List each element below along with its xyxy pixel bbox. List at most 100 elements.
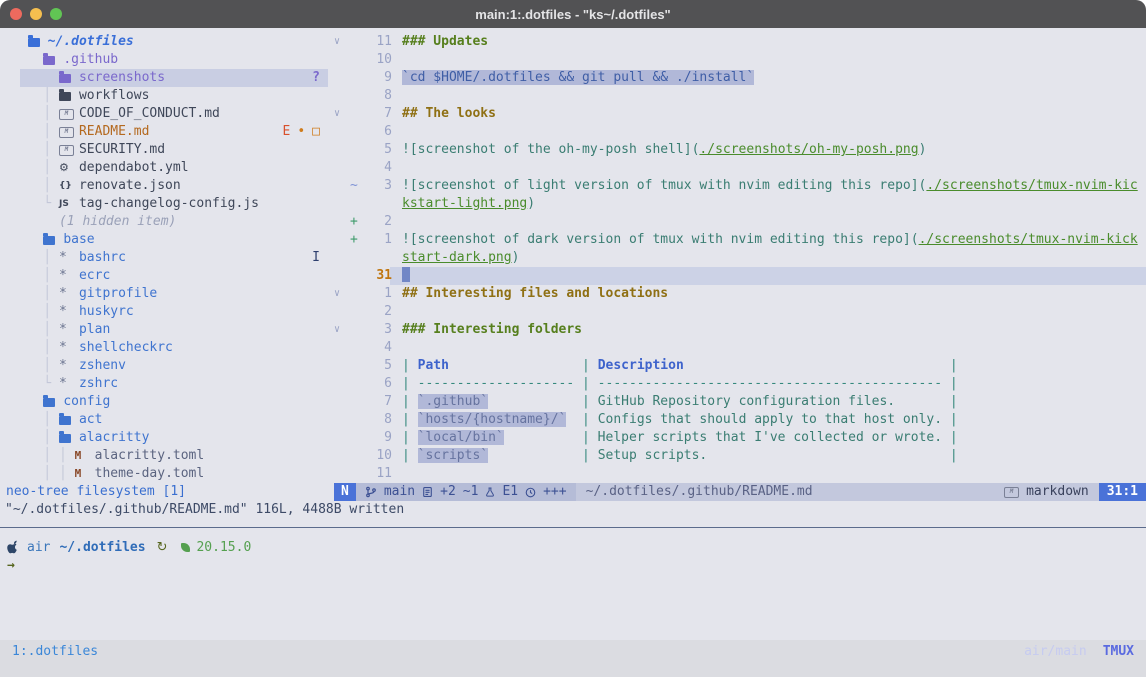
diff-changed: ~1	[463, 483, 479, 501]
prompt-hostname: air	[27, 540, 50, 555]
folder-icon	[59, 92, 79, 101]
visual-selection: `cd $HOME/.dotfiles && git pull && ./ins…	[402, 70, 754, 85]
progress-indicator: +++	[543, 483, 566, 501]
tree-item-theme-day-toml[interactable]: │ │ M theme-day.toml	[0, 465, 328, 483]
tree-item-root[interactable]: ~/.dotfiles	[0, 33, 328, 51]
tree-item-readme[interactable]: │ README.md E • □	[0, 123, 328, 141]
editor-table-row: 9 | `local/bin` | Helper scripts that I'…	[328, 429, 1146, 447]
toml-file-icon: M	[75, 447, 95, 465]
tree-item-ecrc[interactable]: │ * ecrc	[0, 267, 328, 285]
editor-table-row: 8 | `hosts/{hostname}/` | Configs that s…	[328, 411, 1146, 429]
flask-icon	[485, 486, 495, 498]
dotfile-star-icon: *	[59, 357, 79, 375]
modified-dot-mark: •	[297, 123, 305, 141]
editor-line: ∨1 ## Interesting files and locations	[328, 285, 1146, 303]
toml-file-icon: M	[75, 465, 95, 483]
git-add-sign: +	[350, 213, 362, 231]
tree-item-base[interactable]: base	[0, 231, 328, 249]
editor-line-wrap: kstart-light.png)	[328, 195, 1146, 213]
tmux-window-tab[interactable]: 1:.dotfiles	[12, 644, 98, 659]
editor-table-divider-line: 6 | -------------------- | -------------…	[328, 375, 1146, 393]
prompt-cwd: ~/.dotfiles	[59, 540, 145, 555]
apple-icon	[7, 540, 19, 554]
editor-line: 4	[328, 339, 1146, 357]
diff-file-icon	[422, 486, 433, 498]
folder-icon	[43, 56, 63, 65]
editor-pane[interactable]: ∨11 ### Updates 10 9 `cd $HOME/.dotfiles…	[328, 33, 1146, 483]
markdown-file-icon	[59, 145, 79, 156]
fold-chevron-icon[interactable]: ∨	[328, 105, 350, 123]
editor-line: 5 ![screenshot of the oh-my-posh shell](…	[328, 141, 1146, 159]
folder-icon	[43, 236, 63, 245]
tmux-status-bar: 1:.dotfiles air/main TMUX	[0, 640, 1146, 677]
editor-line: 10	[328, 51, 1146, 69]
tree-item-plan[interactable]: │ * plan	[0, 321, 328, 339]
tmux-session-name: air/main	[1024, 644, 1087, 659]
fold-chevron-icon[interactable]: ∨	[328, 285, 350, 303]
folder-icon	[59, 416, 79, 425]
question-mark: ?	[312, 69, 320, 87]
markdown-icon	[1004, 487, 1019, 498]
git-sync-icon: ↻	[157, 540, 168, 555]
error-count: E1	[502, 483, 518, 501]
tree-item-bashrc[interactable]: │ * bashrc I	[0, 249, 328, 267]
fold-chevron-icon[interactable]: ∨	[328, 321, 350, 339]
filetype-segment: markdown	[1004, 483, 1099, 501]
tree-item-label: ~/.dotfiles	[48, 33, 134, 51]
tree-item-zshenv[interactable]: │ * zshenv	[0, 357, 328, 375]
cursor-position-badge: 31:1	[1099, 483, 1146, 501]
markdown-link[interactable]: ./screenshots/tmux-nvim-kick	[919, 232, 1138, 247]
markdown-file-icon	[59, 127, 79, 138]
shell-pane[interactable]: air ~/.dotfiles ↻ 20.15.0 →	[0, 538, 1146, 574]
tree-item-workflows[interactable]: │ workflows	[0, 87, 328, 105]
shell-prompt: air ~/.dotfiles ↻ 20.15.0	[0, 538, 1146, 556]
unstaged-square-mark: □	[312, 123, 320, 141]
git-change-sign: ~	[350, 177, 362, 195]
tmux-badge: TMUX	[1103, 644, 1134, 659]
tree-item-act[interactable]: │ act	[0, 411, 328, 429]
editor-line: ~3 ![screenshot of light version of tmux…	[328, 177, 1146, 195]
statusline-file-path: ~/.dotfiles/.github/README.md	[576, 483, 1004, 501]
folder-icon	[59, 434, 79, 443]
tree-item-security[interactable]: │ SECURITY.md	[0, 141, 328, 159]
tree-item-github[interactable]: .github	[0, 51, 328, 69]
editor-line: 11	[328, 465, 1146, 483]
tree-item-tag-changelog[interactable]: └ JS tag-changelog-config.js	[0, 195, 328, 213]
tree-item-gitprofile[interactable]: │ * gitprofile	[0, 285, 328, 303]
tree-item-alacritty-toml[interactable]: │ │ M alacritty.toml	[0, 447, 328, 465]
tree-item-alacritty[interactable]: │ alacritty	[0, 429, 328, 447]
filetype-label: markdown	[1026, 483, 1089, 501]
tmux-pane-separator[interactable]	[0, 527, 1146, 528]
editor-line: +1 ![screenshot of dark version of tmux …	[328, 231, 1146, 249]
inline-code: `.github`	[418, 394, 488, 409]
mode-indicator: N	[334, 483, 356, 501]
terminal-content: ~/.dotfiles .github screenshots ? │	[0, 28, 1146, 677]
folder-icon	[43, 398, 63, 407]
editor-cursor-line: 31	[328, 267, 1146, 285]
tree-item-dependabot[interactable]: │ ⚙ dependabot.yml	[0, 159, 328, 177]
editor-line: 9 `cd $HOME/.dotfiles && git pull && ./i…	[328, 69, 1146, 87]
markdown-link[interactable]: ./screenshots/oh-my-posh.png	[699, 142, 918, 157]
markdown-link[interactable]: ./screenshots/tmux-nvim-kic	[926, 178, 1137, 193]
tree-item-shellcheckrc[interactable]: │ * shellcheckrc	[0, 339, 328, 357]
tree-item-renovate[interactable]: │ {} renovate.json	[0, 177, 328, 195]
shell-input-line[interactable]: →	[0, 556, 1146, 574]
tree-hidden-items-note: (1 hidden item)	[0, 213, 328, 231]
tree-item-code-of-conduct[interactable]: │ CODE_OF_CONDUCT.md	[0, 105, 328, 123]
tree-item-huskyrc[interactable]: │ * huskyrc	[0, 303, 328, 321]
tree-item-config[interactable]: config	[0, 393, 328, 411]
dotfile-star-icon: *	[59, 249, 79, 267]
node-version: 20.15.0	[196, 540, 251, 555]
cursor-mark: I	[312, 249, 320, 267]
git-status-segment: main +2 ~1 E1 +++	[356, 483, 576, 501]
fold-chevron-icon[interactable]: ∨	[328, 33, 350, 51]
tree-item-screenshots[interactable]: screenshots ?	[0, 69, 328, 87]
tree-item-zshrc[interactable]: └ * zshrc	[0, 375, 328, 393]
dotfile-star-icon: *	[59, 339, 79, 357]
line-number: 11	[362, 33, 392, 51]
gear-icon: ⚙	[59, 159, 79, 177]
terminal-window: main:1:.dotfiles - "ks~/.dotfiles" ~/.do…	[0, 0, 1146, 677]
editor-line: ∨11 ### Updates	[328, 33, 1146, 51]
editor-line: 8	[328, 87, 1146, 105]
git-branch-icon	[365, 486, 377, 498]
